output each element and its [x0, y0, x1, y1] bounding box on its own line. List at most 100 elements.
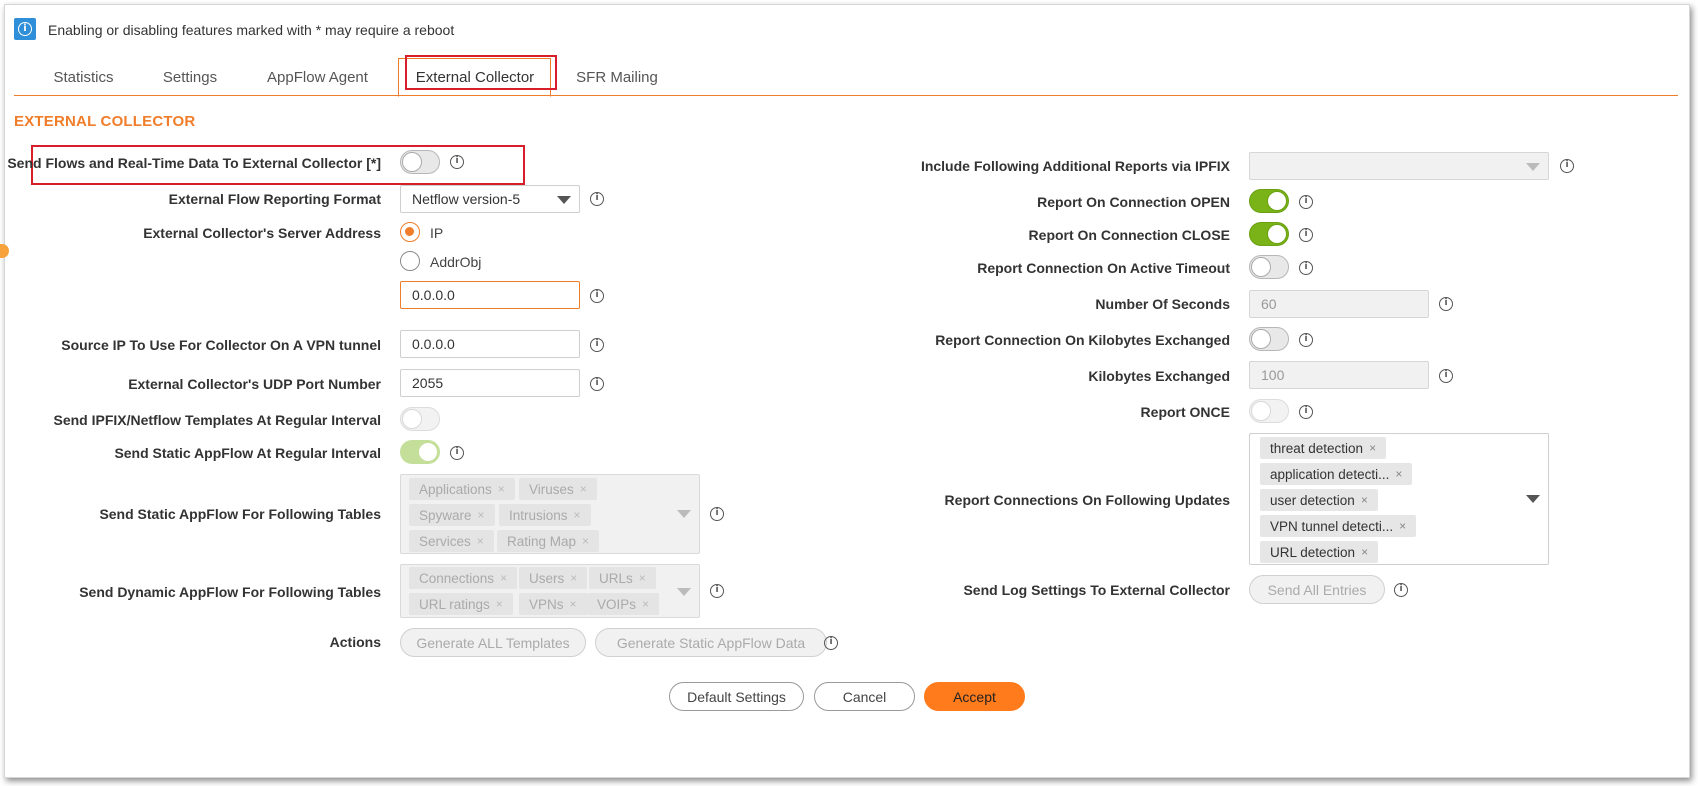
send-flows-label: Send Flows and Real-Time Data To Externa… — [7, 155, 381, 171]
tab-sfr-mailing[interactable]: SFR Mailing — [572, 62, 662, 92]
chevron-down-icon — [677, 510, 691, 518]
additional-reports-label: Include Following Additional Reports via… — [920, 158, 1230, 174]
info-icon[interactable]: i — [1299, 261, 1313, 275]
chip: Spyware × — [409, 504, 495, 526]
num-seconds-label: Number Of Seconds — [1095, 296, 1230, 312]
info-icon[interactable]: i — [1439, 369, 1453, 383]
radio-addrobj-label: AddrObj — [430, 254, 482, 270]
server-address-input[interactable]: 0.0.0.0 — [400, 281, 580, 309]
generate-static-appflow-button[interactable]: Generate Static AppFlow Data — [595, 628, 827, 657]
report-once-toggle[interactable] — [1249, 399, 1289, 423]
source-ip-input[interactable]: 0.0.0.0 — [400, 330, 580, 358]
chip: Viruses × — [519, 478, 597, 500]
report-close-toggle[interactable] — [1249, 222, 1289, 246]
send-static-toggle[interactable] — [400, 440, 440, 464]
info-icon[interactable]: i — [590, 338, 604, 352]
reporting-format-value: Netflow version-5 — [412, 191, 521, 207]
tab-settings[interactable]: Settings — [152, 62, 228, 92]
server-address-label: External Collector's Server Address — [143, 225, 381, 241]
info-icon[interactable]: i — [450, 155, 464, 169]
info-icon[interactable]: i — [1439, 297, 1453, 311]
additional-reports-select[interactable] — [1249, 152, 1549, 180]
info-icon[interactable]: i — [1299, 228, 1313, 242]
tab-appflow-agent[interactable]: AppFlow Agent — [256, 62, 379, 92]
toggle-knob — [1251, 401, 1271, 421]
kb-exchanged-label: Kilobytes Exchanged — [1088, 368, 1230, 384]
send-flows-toggle[interactable] — [400, 150, 440, 174]
info-icon[interactable]: i — [450, 446, 464, 460]
toggle-knob — [418, 442, 438, 462]
chip: Intrusions × — [499, 504, 591, 526]
send-templates-label: Send IPFIX/Netflow Templates At Regular … — [53, 412, 381, 428]
radio-addrobj[interactable] — [400, 251, 420, 271]
udp-port-value: 2055 — [412, 375, 444, 391]
info-icon[interactable]: i — [590, 289, 604, 303]
reporting-format-select[interactable]: Netflow version-5 — [400, 185, 580, 213]
toggle-knob — [1251, 329, 1271, 349]
send-static-label: Send Static AppFlow At Regular Interval — [114, 445, 381, 461]
info-icon: i — [18, 22, 32, 36]
chip[interactable]: threat detection × — [1260, 437, 1387, 459]
info-icon[interactable]: i — [710, 584, 724, 598]
report-once-label: Report ONCE — [1140, 404, 1230, 420]
static-tables-label: Send Static AppFlow For Following Tables — [99, 506, 381, 522]
info-icon[interactable]: i — [590, 377, 604, 391]
chip: VOIPs × — [587, 593, 660, 615]
chip[interactable]: URL detection × — [1260, 541, 1379, 563]
report-open-label: Report On Connection OPEN — [1037, 194, 1230, 210]
chevron-down-icon — [1526, 163, 1540, 171]
info-icon[interactable]: i — [1299, 405, 1313, 419]
dynamic-tables-select[interactable]: Connections × Users × URLs × URL ratings × V… — [400, 564, 700, 618]
source-ip-value: 0.0.0.0 — [412, 336, 455, 352]
static-tables-select[interactable]: Applications × Viruses × Spyware × Intrusio… — [400, 474, 700, 554]
toggle-knob — [1267, 191, 1287, 211]
chip: Services × — [409, 530, 494, 552]
report-timeout-label: Report Connection On Active Timeout — [977, 260, 1230, 276]
radio-ip-label: IP — [430, 225, 444, 241]
chip[interactable]: application detecti... × — [1260, 463, 1413, 485]
actions-label: Actions — [329, 634, 381, 650]
info-icon[interactable]: i — [1299, 333, 1313, 347]
generate-all-templates-button[interactable]: Generate ALL Templates — [400, 628, 586, 657]
info-icon[interactable]: i — [1560, 159, 1574, 173]
tab-statistics[interactable]: Statistics — [40, 62, 127, 92]
info-icon[interactable]: i — [1299, 195, 1313, 209]
kb-exchanged-input[interactable]: 100 — [1249, 361, 1429, 389]
updates-label: Report Connections On Following Updates — [944, 492, 1230, 508]
chip[interactable]: user detection × — [1260, 489, 1378, 511]
toggle-knob — [402, 409, 422, 429]
toggle-knob — [1267, 224, 1287, 244]
report-close-label: Report On Connection CLOSE — [1028, 227, 1230, 243]
chip: VPNs × — [519, 593, 587, 615]
kb-exchanged-value: 100 — [1261, 367, 1285, 383]
log-settings-label: Send Log Settings To External Collector — [963, 582, 1230, 598]
chevron-down-icon — [557, 196, 571, 204]
default-settings-button[interactable]: Default Settings — [669, 682, 804, 711]
info-icon[interactable]: i — [710, 507, 724, 521]
info-icon[interactable]: i — [1394, 583, 1408, 597]
dynamic-tables-label: Send Dynamic AppFlow For Following Table… — [79, 584, 381, 600]
send-templates-toggle[interactable] — [400, 407, 440, 431]
send-all-entries-button[interactable]: Send All Entries — [1249, 575, 1385, 604]
radio-ip[interactable] — [400, 222, 420, 242]
info-icon[interactable]: i — [590, 192, 604, 206]
report-kb-toggle[interactable] — [1249, 327, 1289, 351]
server-address-value: 0.0.0.0 — [412, 287, 455, 303]
chip[interactable]: VPN tunnel detecti... × — [1260, 515, 1417, 537]
source-ip-label: Source IP To Use For Collector On A VPN … — [61, 337, 381, 353]
report-timeout-toggle[interactable] — [1249, 255, 1289, 279]
accept-button[interactable]: Accept — [924, 682, 1025, 711]
toggle-knob — [402, 152, 422, 172]
num-seconds-input[interactable]: 60 — [1249, 290, 1429, 318]
chevron-down-icon — [677, 588, 691, 596]
updates-select[interactable]: threat detection × application detecti...… — [1249, 433, 1549, 565]
info-banner-icon: i — [14, 18, 36, 40]
info-icon[interactable]: i — [824, 636, 838, 650]
udp-port-label: External Collector's UDP Port Number — [128, 376, 381, 392]
udp-port-input[interactable]: 2055 — [400, 369, 580, 397]
chip: URL ratings × — [409, 593, 513, 615]
report-open-toggle[interactable] — [1249, 189, 1289, 213]
chip: Users × — [519, 567, 588, 589]
tab-underline — [14, 95, 1678, 96]
cancel-button[interactable]: Cancel — [814, 682, 915, 711]
